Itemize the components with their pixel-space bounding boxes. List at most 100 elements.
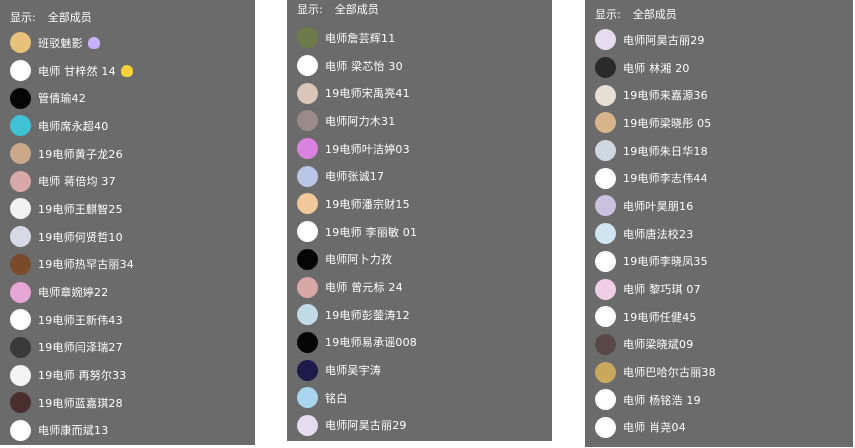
- avatar[interactable]: [595, 278, 616, 300]
- avatar[interactable]: [10, 60, 31, 82]
- member-row[interactable]: 19电师 李丽敏 01: [297, 218, 552, 246]
- avatar[interactable]: [10, 419, 31, 441]
- member-row[interactable]: 19电师何贤哲10: [10, 223, 255, 251]
- filter-dropdown[interactable]: 全部成员: [48, 11, 92, 24]
- avatar[interactable]: [595, 140, 616, 162]
- member-row[interactable]: 电师阿力木31: [297, 107, 552, 135]
- avatar[interactable]: [297, 248, 318, 270]
- member-name: 电师阿昊古丽29: [623, 33, 705, 47]
- avatar[interactable]: [10, 336, 31, 358]
- member-row[interactable]: 19电师宋禹亮41: [297, 79, 552, 107]
- avatar[interactable]: [595, 84, 616, 106]
- avatar[interactable]: [595, 112, 616, 134]
- member-row[interactable]: 电师 曾元标 24: [297, 273, 552, 301]
- member-row[interactable]: 19电师任健45: [595, 303, 853, 331]
- member-name: 电师阿力木31: [325, 114, 396, 128]
- member-row[interactable]: 19电师潘宗财15: [297, 190, 552, 218]
- avatar[interactable]: [595, 167, 616, 189]
- avatar[interactable]: [595, 195, 616, 217]
- avatar[interactable]: [297, 304, 318, 326]
- member-row[interactable]: 19电师王麒智25: [10, 195, 255, 223]
- member-row[interactable]: 电师詹芸辉11: [297, 24, 552, 52]
- avatar[interactable]: [10, 364, 31, 386]
- avatar[interactable]: [297, 414, 318, 436]
- member-row[interactable]: 电师阿昊古丽29: [297, 412, 552, 440]
- member-row[interactable]: 电师康而斌13: [10, 417, 255, 445]
- member-row[interactable]: 电师章婉婷22: [10, 278, 255, 306]
- member-list: 电师詹芸辉11 电师 梁芯怡 30 19电师宋禹亮41 电师阿力木31 19电师叶洁婷0…: [297, 24, 552, 439]
- avatar[interactable]: [595, 416, 616, 438]
- member-row[interactable]: 铭白: [297, 384, 552, 412]
- avatar[interactable]: [297, 276, 318, 298]
- member-row[interactable]: 19电师 再努尔33: [10, 361, 255, 389]
- member-row[interactable]: 19电师彭蓥涛12: [297, 301, 552, 329]
- member-row[interactable]: 电师阿昊古丽29: [595, 26, 853, 54]
- avatar[interactable]: [595, 250, 616, 272]
- member-row[interactable]: 电师 黎巧琪 07: [595, 275, 853, 303]
- avatar[interactable]: [297, 55, 318, 77]
- member-row[interactable]: 电师唐法校23: [595, 220, 853, 248]
- member-row[interactable]: 电师梁晓斌09: [595, 331, 853, 359]
- avatar[interactable]: [297, 165, 318, 187]
- role-badge-icon: [120, 64, 133, 77]
- avatar[interactable]: [10, 32, 31, 54]
- filter-dropdown[interactable]: 全部成员: [335, 3, 379, 16]
- member-name: 电师巴哈尔古丽38: [623, 366, 716, 380]
- member-row[interactable]: 19电师王新伟43: [10, 306, 255, 334]
- avatar[interactable]: [297, 110, 318, 132]
- avatar[interactable]: [297, 331, 318, 353]
- avatar[interactable]: [10, 392, 31, 414]
- avatar[interactable]: [297, 193, 318, 215]
- avatar[interactable]: [595, 29, 616, 51]
- member-row[interactable]: 电师 甘梓然 14: [10, 57, 255, 85]
- member-row[interactable]: 19电师朱日华18: [595, 137, 853, 165]
- member-row[interactable]: 电师巴哈尔古丽38: [595, 358, 853, 386]
- member-row[interactable]: 19电师梁晓彤 05: [595, 109, 853, 137]
- avatar[interactable]: [595, 306, 616, 328]
- member-row[interactable]: 电师 蒋倍均 37: [10, 167, 255, 195]
- avatar[interactable]: [595, 57, 616, 79]
- filter-dropdown[interactable]: 全部成员: [633, 8, 677, 21]
- avatar[interactable]: [595, 361, 616, 383]
- member-row[interactable]: 19电师热罕古丽34: [10, 251, 255, 279]
- avatar[interactable]: [297, 138, 318, 160]
- avatar[interactable]: [10, 115, 31, 137]
- member-row[interactable]: 班驳魅影: [10, 29, 255, 57]
- member-row[interactable]: 电师 杨铭浩 19: [595, 386, 853, 414]
- avatar[interactable]: [595, 333, 616, 355]
- member-row[interactable]: 电师 林湘 20: [595, 54, 853, 82]
- member-row[interactable]: 电师阿卜力孜: [297, 246, 552, 274]
- member-row[interactable]: 19电师蓝嘉琪28: [10, 389, 255, 417]
- avatar[interactable]: [297, 82, 318, 104]
- avatar[interactable]: [10, 226, 31, 248]
- avatar[interactable]: [10, 87, 31, 109]
- member-row[interactable]: 电师席永超40: [10, 112, 255, 140]
- avatar[interactable]: [297, 359, 318, 381]
- avatar[interactable]: [10, 309, 31, 331]
- member-row[interactable]: 19电师黄子龙26: [10, 140, 255, 168]
- member-row[interactable]: 电师 梁芯怡 30: [297, 52, 552, 80]
- member-name: 19电师何贤哲10: [38, 230, 123, 244]
- avatar[interactable]: [10, 170, 31, 192]
- member-row[interactable]: 19电师叶洁婷03: [297, 135, 552, 163]
- avatar[interactable]: [10, 253, 31, 275]
- member-row[interactable]: 19电师闫泽瑞27: [10, 334, 255, 362]
- avatar[interactable]: [297, 221, 318, 243]
- member-row[interactable]: 电师吴宇涛: [297, 356, 552, 384]
- avatar[interactable]: [297, 387, 318, 409]
- avatar[interactable]: [297, 27, 318, 49]
- member-row[interactable]: 电师叶昊朋16: [595, 192, 853, 220]
- avatar[interactable]: [10, 143, 31, 165]
- member-name: 电师叶昊朋16: [623, 199, 694, 213]
- avatar[interactable]: [10, 281, 31, 303]
- avatar[interactable]: [10, 198, 31, 220]
- member-row[interactable]: 电师张诚17: [297, 162, 552, 190]
- member-row[interactable]: 电师 肖尧04: [595, 414, 853, 442]
- member-row[interactable]: 管倩瑜42: [10, 84, 255, 112]
- member-row[interactable]: 19电师李志伟44: [595, 164, 853, 192]
- member-row[interactable]: 19电师来嘉源36: [595, 81, 853, 109]
- avatar[interactable]: [595, 389, 616, 411]
- member-row[interactable]: 19电师李晓凤35: [595, 248, 853, 276]
- avatar[interactable]: [595, 223, 616, 245]
- member-row[interactable]: 19电师易承谣008: [297, 329, 552, 357]
